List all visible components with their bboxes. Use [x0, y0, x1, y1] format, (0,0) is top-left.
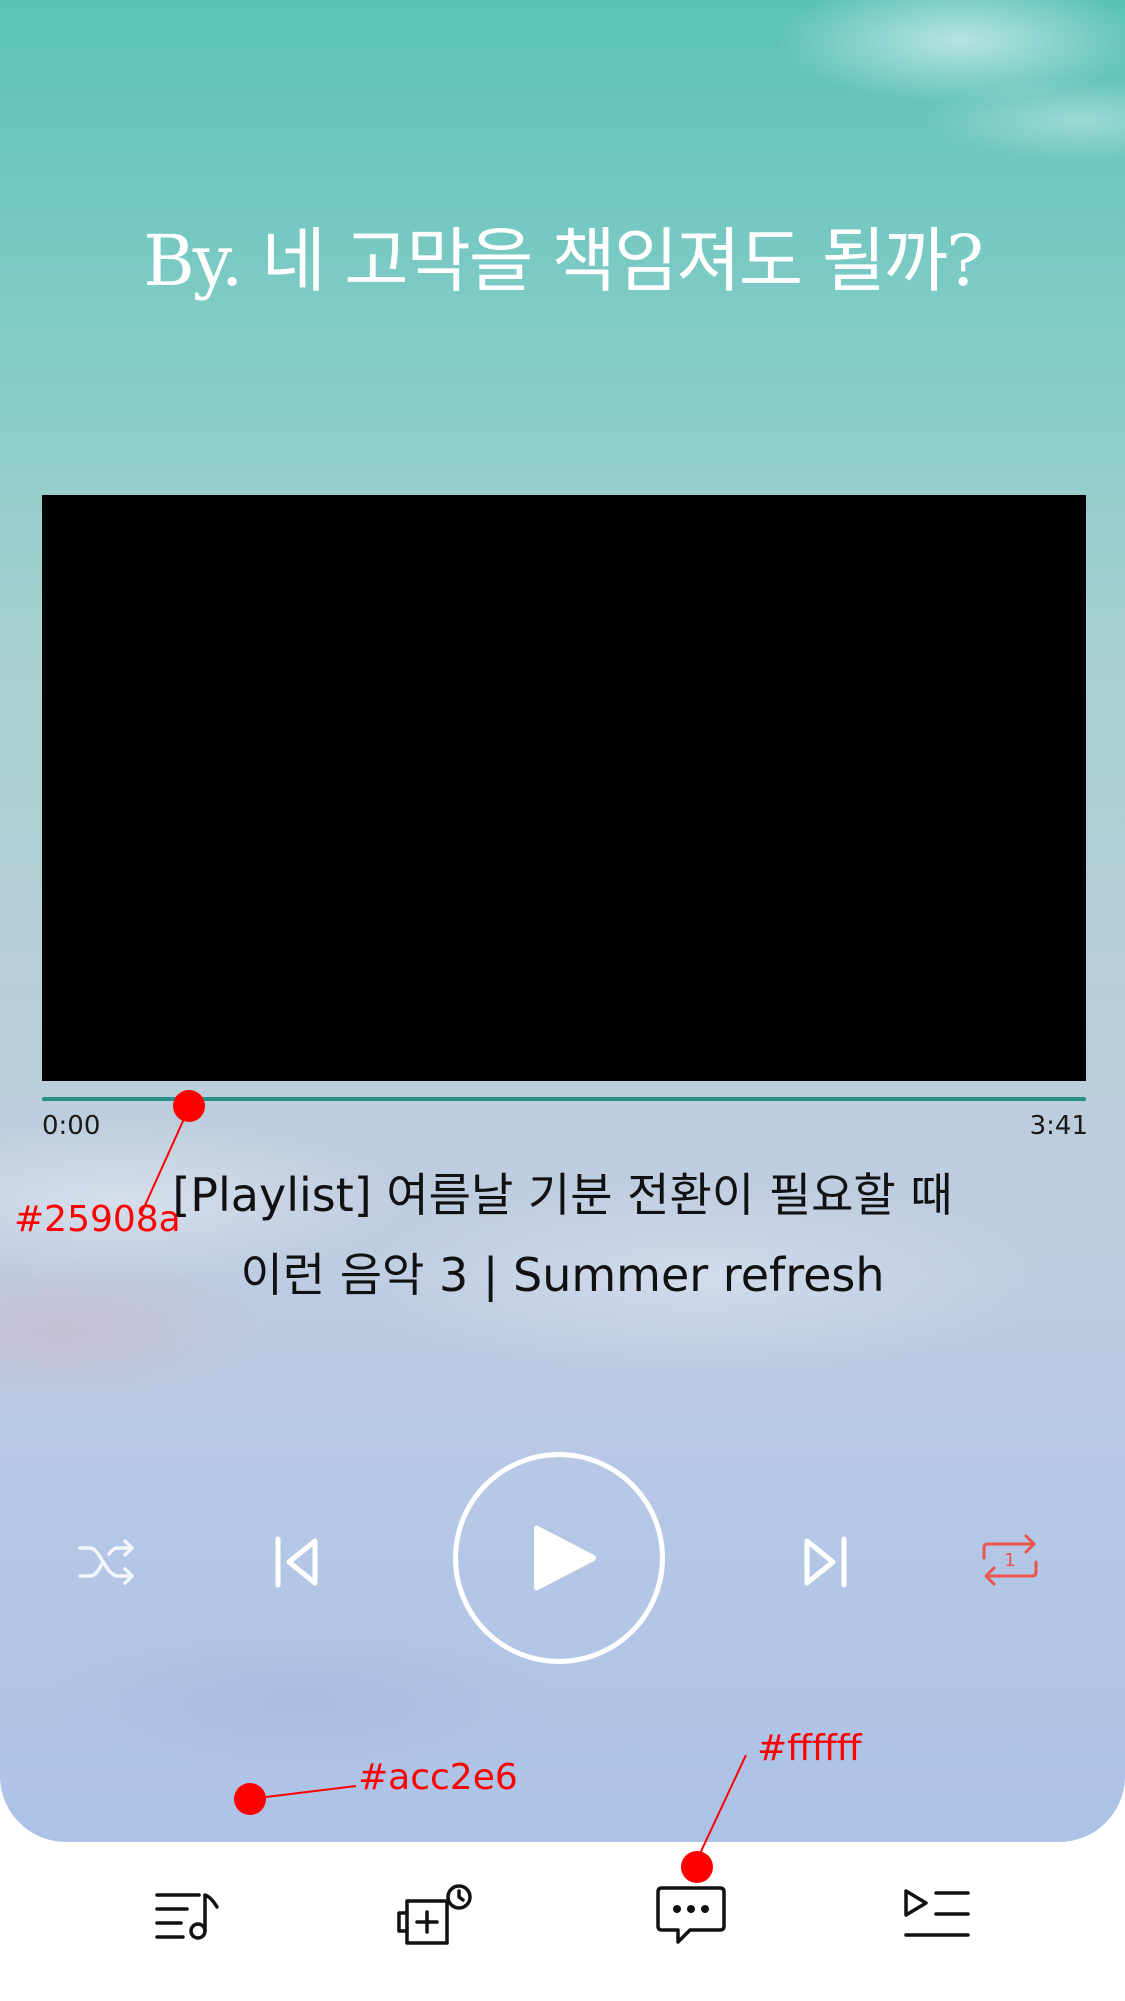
background-color-marker: [234, 1783, 266, 1815]
tab-add-timer[interactable]: [392, 1870, 482, 1960]
previous-button[interactable]: [265, 1530, 329, 1594]
skip-previous-icon: [275, 1536, 318, 1588]
shuffle-button[interactable]: [75, 1530, 139, 1594]
next-button[interactable]: [793, 1530, 857, 1594]
play-queue-icon: [904, 1889, 970, 1937]
video-title-line-1: [Playlist] 여름날 기분 전환이 필요할 때: [172, 1168, 953, 1222]
playlist-music-icon: [155, 1893, 219, 1940]
chat-bubble-icon: [656, 1886, 726, 1944]
play-icon: [534, 1525, 596, 1591]
total-duration: 3:41: [1029, 1111, 1088, 1141]
progress-color-label: #25908a: [14, 1199, 181, 1240]
repeat-one-icon: 1: [982, 1534, 1038, 1586]
elapsed-time: 0:00: [42, 1111, 101, 1141]
background-color-label: #acc2e6: [358, 1757, 518, 1798]
video-title: [Playlist] 여름날 기분 전환이 필요할 때 이런 음악 3 | Su…: [120, 1155, 1005, 1315]
progress-thumb[interactable]: [173, 1090, 205, 1122]
tab-chat[interactable]: [646, 1870, 736, 1960]
repeat-badge: 1: [1004, 1550, 1015, 1571]
shuffle-icon: [78, 1539, 134, 1585]
video-player[interactable]: [42, 495, 1086, 1081]
tab-playlist[interactable]: [144, 1870, 234, 1960]
tab-play-queue[interactable]: [892, 1870, 982, 1960]
play-button[interactable]: [453, 1452, 665, 1664]
page-title: By. 네 고막을 책임져도 될까?: [143, 220, 983, 302]
add-timer-icon: [397, 1884, 472, 1945]
skip-next-icon: [804, 1536, 847, 1588]
tabbar-color-label: #ffffff: [757, 1728, 862, 1769]
player-card: By. 네 고막을 책임져도 될까? 0:00 3:41 [Playlist] …: [0, 0, 1125, 1842]
repeat-button[interactable]: 1: [975, 1525, 1045, 1595]
video-title-line-2: 이런 음악 3 | Summer refresh: [240, 1248, 885, 1302]
